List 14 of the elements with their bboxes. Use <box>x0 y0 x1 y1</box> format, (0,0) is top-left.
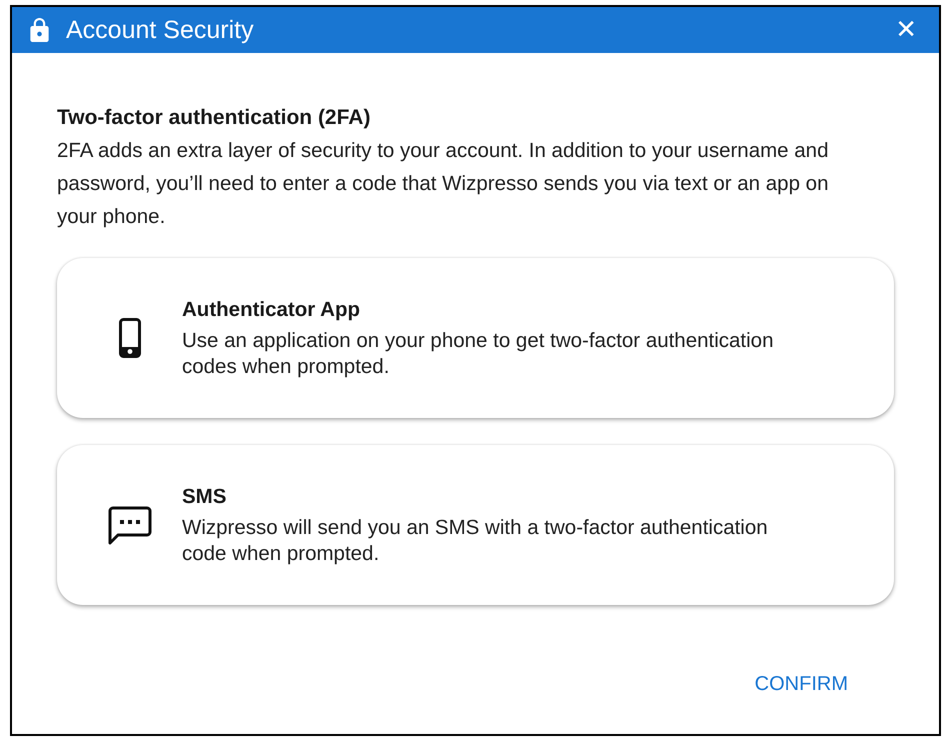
option-card[interactable]: SMS Wizpresso will send you an SMS with a two-factor authentication code when prompted. <box>57 445 894 605</box>
window-title: Account Security <box>66 16 255 44</box>
option-description: Use an application on your phone to get two-factor authentication codes when prompted. <box>182 328 774 380</box>
option-title: Authenticator App <box>182 297 362 323</box>
intro-paragraph: 2FA adds an extra layer of security to your account. In addition to your username and password, you’ll need to enter a code that Wizpresso sends you via text or an app on your phone. <box>57 138 830 230</box>
option-card[interactable]: Authenticator App Use an application on your phone to get two-factor authentication codes when prompted. <box>57 258 894 418</box>
phone-icon <box>118 318 140 358</box>
option-description: Wizpresso will send you an SMS with a two-factor authentication code when prompted. <box>182 515 769 567</box>
lock-icon <box>30 18 49 42</box>
option-title: SMS <box>182 484 228 510</box>
section-heading: Two-factor authentication (2FA) <box>57 105 372 131</box>
confirm-button[interactable]: CONFIRM <box>746 667 856 702</box>
chat-icon <box>108 505 152 545</box>
close-button[interactable]: ✕ <box>891 17 921 43</box>
